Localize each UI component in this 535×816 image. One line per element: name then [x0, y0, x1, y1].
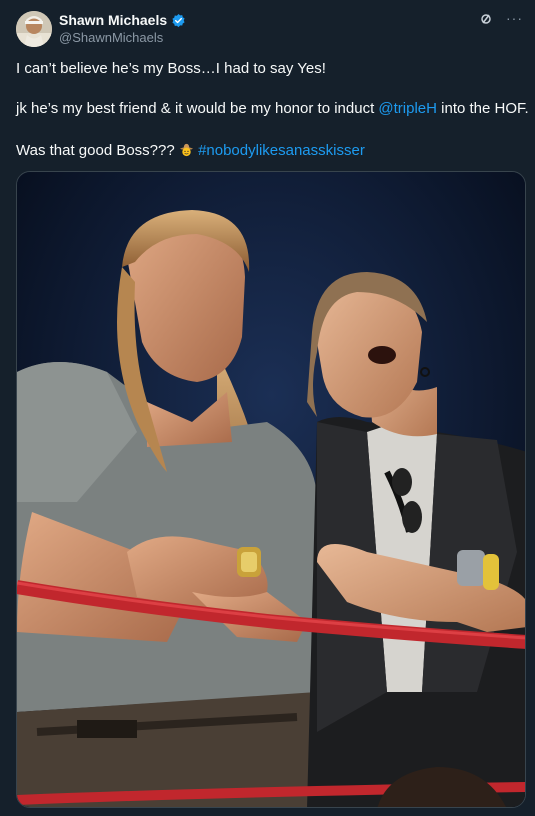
author-avatar[interactable]	[16, 11, 52, 47]
tweet-line-3-text: Was that good Boss???	[16, 142, 179, 159]
author-display-name[interactable]: Shawn Michaels	[59, 12, 167, 28]
tweet: Shawn Michaels @ShawnMichaels ··· I can’…	[0, 0, 535, 816]
verified-badge-icon	[171, 13, 186, 28]
grok-icon[interactable]	[480, 12, 492, 24]
cowboy-emoji-icon	[179, 142, 194, 157]
hashtag-link[interactable]: #nobodylikesanasskisser	[198, 142, 365, 159]
author-name-row: Shawn Michaels	[59, 12, 186, 28]
tweet-line-2-end: into the HOF.	[436, 100, 529, 117]
tweet-line-2-text: jk he’s my best friend & it would be my …	[16, 100, 379, 117]
mention-link[interactable]: @tripleH	[378, 100, 437, 117]
tweet-line-3: Was that good Boss??? #nobodylikesanassk…	[16, 141, 365, 161]
author-handle[interactable]: @ShawnMichaels	[59, 30, 163, 45]
tweet-top-actions: ···	[480, 11, 523, 25]
tweet-line-2: jk he’s my best friend & it would be my …	[16, 99, 529, 119]
more-icon[interactable]: ···	[506, 11, 523, 25]
tweet-photo[interactable]	[16, 171, 526, 808]
tweet-line-1: I can’t believe he’s my Boss…I had to sa…	[16, 60, 326, 77]
